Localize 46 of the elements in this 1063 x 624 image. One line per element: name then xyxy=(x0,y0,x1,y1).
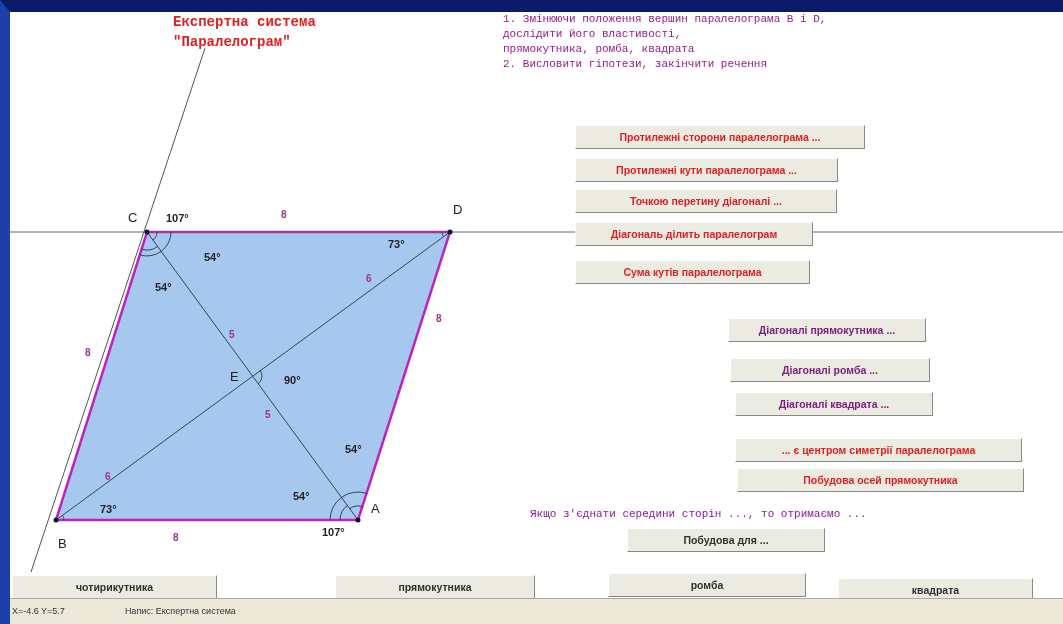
length-label: 6 xyxy=(105,471,111,482)
point-label: A xyxy=(371,501,380,516)
action-button[interactable]: чотирикутника xyxy=(12,575,217,598)
task-text: 1. Змінюючи положення вершин паралелограма B i D, xyxy=(503,12,827,27)
length-label: 5 xyxy=(229,329,235,340)
action-button[interactable]: Точкою перетину діагоналі ... xyxy=(575,189,837,213)
action-button[interactable]: Сума кутів паралелограма xyxy=(575,260,810,284)
status-text: Напис: Експертна система xyxy=(124,604,236,618)
point-label: D xyxy=(453,202,463,217)
action-button[interactable]: Діагональ ділить паралелограм xyxy=(575,222,813,246)
action-button[interactable]: Протилежні сторони паралелограма ... xyxy=(575,125,865,149)
task-text: 2. Висловити гіпотези, закінчити речення xyxy=(503,57,768,72)
length-label: 8 xyxy=(173,532,179,543)
action-button[interactable]: Діагоналі квадрата ... xyxy=(735,392,933,416)
angle-label: 107° xyxy=(166,212,189,224)
action-button[interactable]: ... є центром симетрії паралелограма xyxy=(735,438,1022,462)
angle-label: 73° xyxy=(388,238,405,250)
title-text: Експертна система xyxy=(173,13,316,32)
action-button[interactable]: ромба xyxy=(608,573,806,597)
point-label: E xyxy=(230,369,239,384)
angle-label: 54° xyxy=(204,251,221,263)
action-button[interactable]: Діагоналі ромба ... xyxy=(730,358,930,382)
action-button[interactable]: Побудова для ... xyxy=(627,528,825,552)
point-label: B xyxy=(58,536,67,551)
title-text: "Паралелограм" xyxy=(173,33,291,52)
length-label: 5 xyxy=(265,409,271,420)
angle-label: 54° xyxy=(293,490,310,502)
length-label: 8 xyxy=(85,347,91,358)
action-button[interactable]: Діагоналі прямокутника ... xyxy=(728,318,926,342)
task-text: дослідити його властивості, xyxy=(503,27,682,42)
length-label: 8 xyxy=(436,313,442,324)
angle-label: 107° xyxy=(322,526,345,538)
action-button[interactable]: прямокутника xyxy=(335,575,535,598)
action-button[interactable]: Побудова осей прямокутника xyxy=(737,468,1024,492)
length-label: 8 xyxy=(281,209,287,220)
length-label: 6 xyxy=(366,273,372,284)
statement-text: Якщо з'єднати середини сторін ..., то отримаємо ... xyxy=(530,507,867,522)
angle-label: 54° xyxy=(155,281,172,293)
point-label: C xyxy=(128,210,138,225)
task-text: прямокутника, ромба, квадрата xyxy=(503,42,695,57)
angle-label: 73° xyxy=(100,503,117,515)
angle-label: 54° xyxy=(345,443,362,455)
action-button[interactable]: квадрата xyxy=(838,578,1033,598)
angle-label: 90° xyxy=(284,374,301,386)
coordinates-readout: X=-4.6 Y=5.7 xyxy=(12,604,65,618)
action-button[interactable]: Протилежні кути паралелограма ... xyxy=(575,158,838,182)
